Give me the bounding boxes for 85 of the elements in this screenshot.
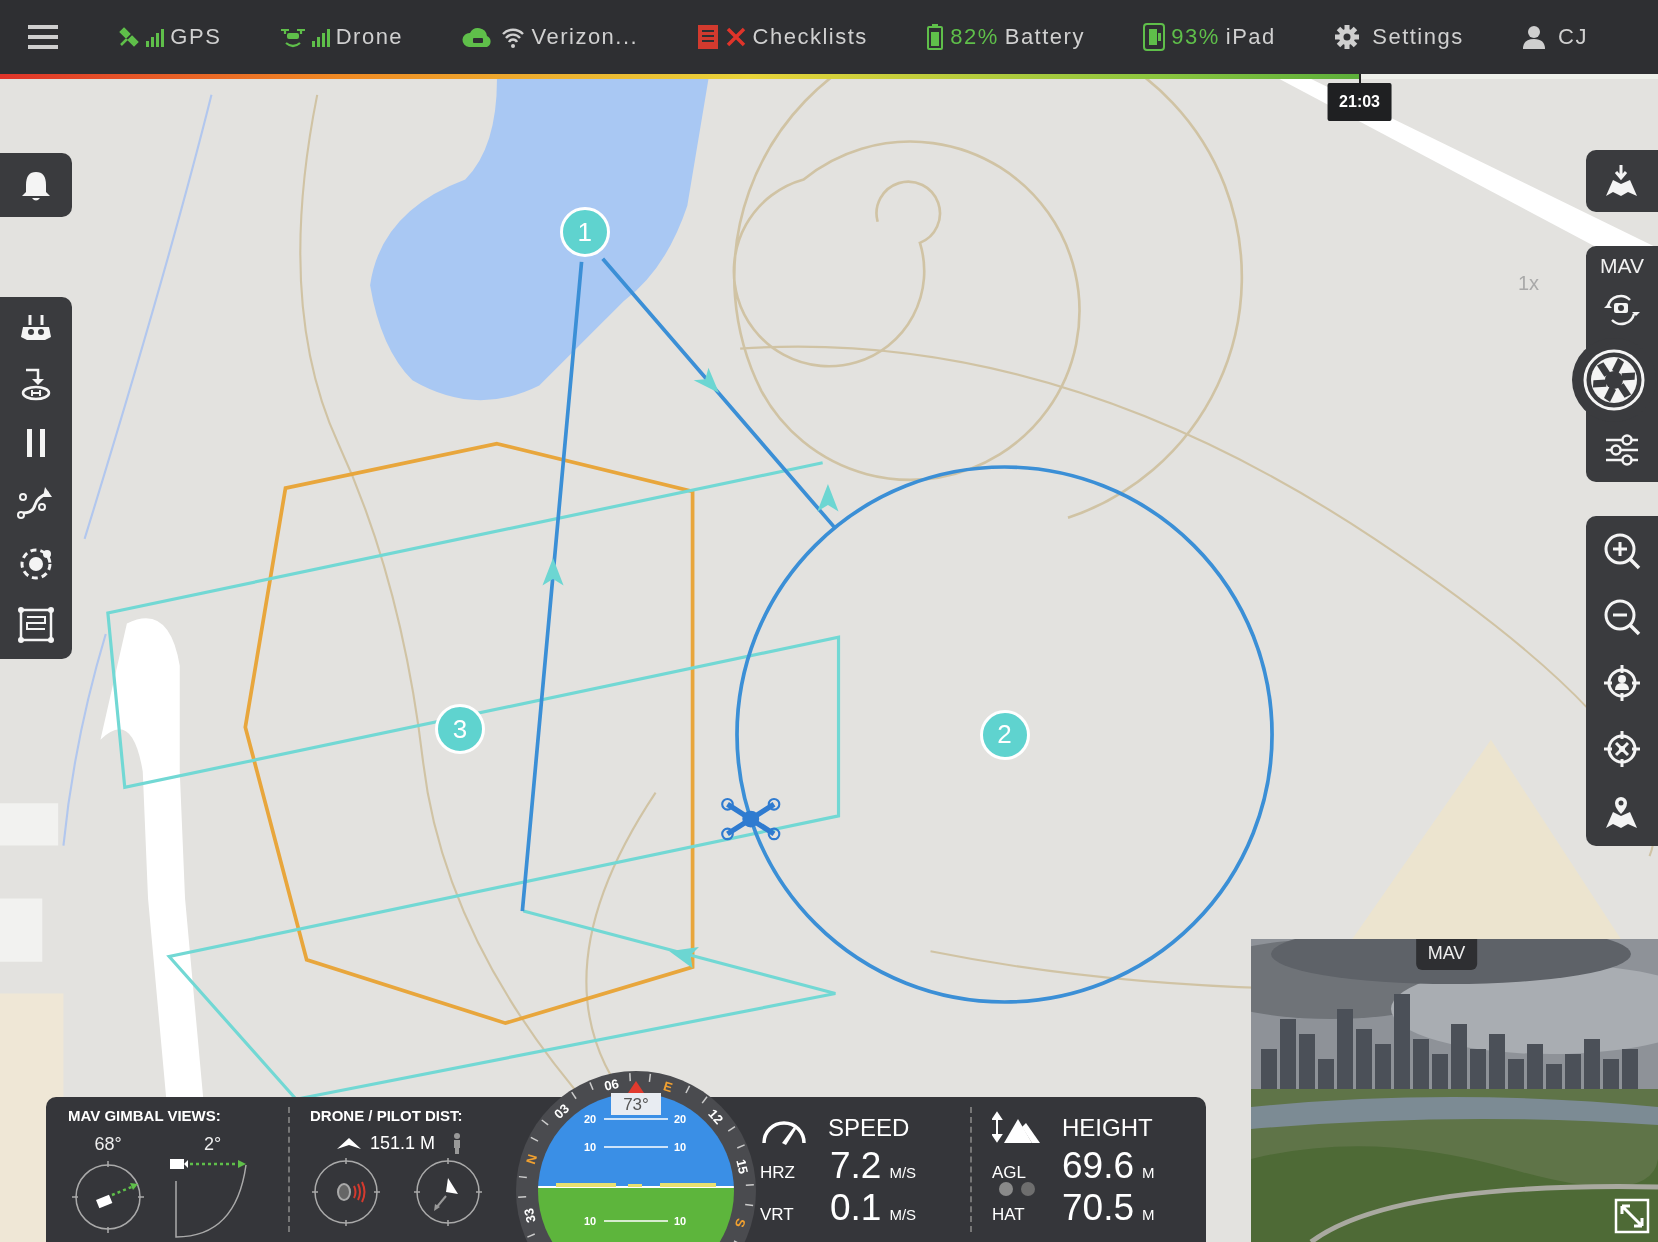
camera-switch-icon[interactable] — [1602, 292, 1642, 328]
drone-heading-icon — [336, 1135, 362, 1151]
height-label: HAT — [992, 1205, 1026, 1225]
compass-label: 15 — [733, 1157, 752, 1176]
wifi-icon — [501, 26, 526, 48]
route-arrow — [693, 367, 720, 393]
battery-icon — [926, 24, 945, 50]
zoom-level: 1x — [1518, 272, 1540, 295]
expand-icon[interactable] — [1614, 1198, 1650, 1234]
settings-icon — [1334, 24, 1361, 50]
checklist-icon — [696, 24, 719, 50]
height-value: 70.5 — [1062, 1187, 1134, 1229]
speed-value: 7.2 — [830, 1145, 882, 1187]
pitch-label: 10 — [674, 1141, 687, 1153]
user-name[interactable]: CJ — [1558, 24, 1588, 50]
altitude-icon — [992, 1111, 1042, 1145]
flight-time: 21:03 — [1327, 83, 1392, 121]
speed-label: HRZ — [760, 1163, 796, 1183]
speed-title: SPEED — [828, 1114, 910, 1142]
zoom-out-icon[interactable] — [1603, 598, 1641, 636]
map-pin-icon[interactable] — [1604, 796, 1640, 830]
compass-label: S — [731, 1216, 749, 1230]
pitch-label: 10 — [584, 1141, 597, 1153]
pitch-label: 20 — [584, 1113, 597, 1125]
drone-marker[interactable] — [721, 797, 781, 841]
drone-direction-dial — [412, 1156, 484, 1228]
gimbal-pitch: 2° — [204, 1134, 222, 1155]
speed-label: VRT — [760, 1205, 795, 1225]
settings-button[interactable]: Settings — [1372, 24, 1464, 50]
tablet-battery-percent: 93% — [1171, 24, 1220, 50]
camera-label: MAV — [1415, 939, 1478, 970]
signal-icon — [311, 27, 330, 47]
sensor-dots-icon — [998, 1181, 1036, 1197]
speed-value: 0.1 — [830, 1187, 882, 1229]
notification-icon[interactable] — [20, 169, 52, 201]
pitch-label: 20 — [674, 1113, 687, 1125]
zoom-in-icon[interactable] — [1603, 532, 1641, 570]
return-home-icon[interactable] — [20, 367, 52, 401]
route-arrow — [817, 483, 839, 512]
vehicle-label: MAV — [1600, 254, 1644, 278]
compass-label: 03 — [551, 1100, 572, 1122]
close-icon — [724, 26, 747, 48]
shutter-icon — [1582, 348, 1646, 412]
speed-unit: M/S — [889, 1206, 917, 1223]
tablet-label: iPad — [1225, 24, 1276, 50]
height-value: 69.6 — [1062, 1145, 1134, 1187]
battery-percent: 82% — [950, 24, 999, 50]
checklists-button[interactable]: Checklists — [752, 24, 868, 50]
compass-label: 12 — [705, 1106, 727, 1127]
compass-label: 06 — [602, 1075, 621, 1094]
heading-readout: 73° — [623, 1095, 649, 1114]
gps-status[interactable]: GPS — [170, 24, 222, 50]
gimbal-yaw: 68° — [94, 1134, 122, 1155]
speed-unit: M/S — [889, 1164, 917, 1181]
distance-value: 151.1 M — [370, 1132, 436, 1154]
locate-user-icon[interactable] — [1603, 664, 1641, 702]
height-label: AGL — [992, 1163, 1028, 1183]
user-icon — [1522, 25, 1547, 49]
signal-icon — [146, 27, 165, 47]
battery-label: Battery — [1004, 24, 1085, 50]
route-arrow — [542, 557, 564, 586]
compass-label: E — [661, 1078, 675, 1096]
drone-status[interactable]: Drone — [335, 24, 404, 50]
heading-pointer — [628, 1081, 644, 1093]
pilot-dial — [310, 1156, 382, 1228]
route-arrow — [669, 947, 699, 969]
height-unit: M — [1142, 1164, 1155, 1181]
menu-icon[interactable] — [26, 22, 60, 52]
tablet-battery-icon — [1143, 23, 1166, 51]
compass-label: N — [523, 1152, 541, 1166]
pitch-label: 10 — [584, 1215, 597, 1227]
height-title: HEIGHT — [1062, 1114, 1153, 1142]
waypoint-route-icon[interactable] — [17, 485, 55, 521]
height-unit: M — [1142, 1206, 1155, 1223]
controller-icon[interactable] — [20, 313, 52, 341]
orbit-icon[interactable] — [19, 547, 53, 581]
survey-grid-icon[interactable] — [18, 607, 54, 643]
pitch-label: 10 — [674, 1215, 687, 1227]
section-title: DRONE / PILOT DIST: — [310, 1107, 464, 1124]
map-download-icon[interactable] — [1604, 164, 1640, 198]
network-status[interactable]: Verizon... — [531, 24, 639, 50]
locate-drone-icon[interactable] — [1603, 730, 1641, 768]
satellite-icon — [118, 25, 141, 49]
compass-label: 33 — [520, 1206, 539, 1225]
section-title: MAV GIMBAL VIEWS: — [68, 1107, 222, 1124]
